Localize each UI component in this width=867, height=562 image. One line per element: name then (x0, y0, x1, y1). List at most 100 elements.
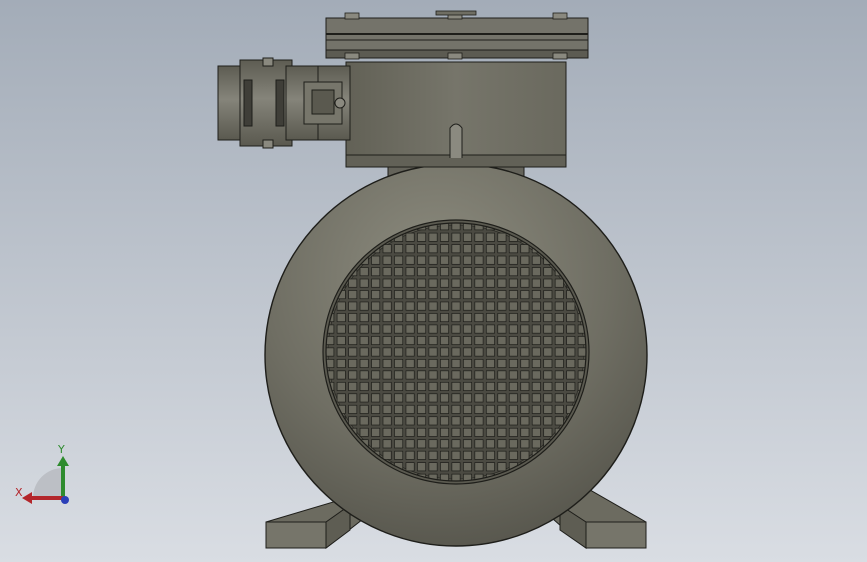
grille-opening (440, 439, 450, 449)
grille-opening (520, 370, 530, 380)
grille-opening (348, 301, 358, 311)
grille-opening (440, 278, 450, 288)
grille-opening (474, 358, 484, 368)
grille-opening (577, 347, 586, 357)
grille-opening (543, 290, 553, 300)
grille-opening (462, 324, 472, 334)
grille-opening (508, 301, 518, 311)
grille-opening (428, 255, 438, 265)
grille-opening (520, 324, 530, 334)
grille-opening (451, 358, 461, 368)
grille-opening (382, 267, 392, 277)
grille-opening (543, 427, 553, 437)
grille-opening (566, 347, 576, 357)
triad-z-axis (61, 496, 69, 504)
grille-opening (520, 439, 530, 449)
cable-gland (217, 57, 351, 149)
grille-opening (394, 324, 404, 334)
triad-x-arrow (22, 492, 32, 504)
grille-opening (394, 439, 404, 449)
grille-opening (417, 427, 427, 437)
grille-opening (520, 358, 530, 368)
grille-opening (451, 416, 461, 426)
grille-opening (497, 244, 507, 254)
grille-opening (417, 439, 427, 449)
model-view[interactable] (0, 0, 867, 562)
grille-opening (428, 427, 438, 437)
grille-opening (359, 370, 369, 380)
grille-opening (497, 381, 507, 391)
grille-opening (405, 278, 415, 288)
grille-opening (394, 244, 404, 254)
grille-opening (462, 313, 472, 323)
grille-opening (531, 290, 541, 300)
grille-opening (371, 255, 381, 265)
grille-opening (440, 450, 450, 460)
grille-opening (451, 255, 461, 265)
grille-opening (474, 255, 484, 265)
grille-opening (485, 313, 495, 323)
grille-opening (566, 393, 576, 403)
grille-opening (485, 336, 495, 346)
grille-opening (520, 450, 530, 460)
grille-opening (440, 267, 450, 277)
grille-opening (417, 358, 427, 368)
grille-opening (508, 324, 518, 334)
grille-opening (382, 393, 392, 403)
grille-opening (485, 324, 495, 334)
grille-opening (382, 416, 392, 426)
grille-opening (394, 347, 404, 357)
grille-opening (566, 358, 576, 368)
grille-opening (428, 404, 438, 414)
grille-opening (440, 381, 450, 391)
grille-opening (451, 381, 461, 391)
grille-opening (359, 301, 369, 311)
grille-opening (474, 393, 484, 403)
grille-opening (428, 232, 438, 242)
grille-opening (428, 462, 438, 472)
grille-opening (348, 347, 358, 357)
grille-opening (440, 393, 450, 403)
grille-opening (440, 232, 450, 242)
grille-opening (451, 290, 461, 300)
grille-opening (554, 358, 564, 368)
grille-opening (428, 278, 438, 288)
grille-opening (531, 393, 541, 403)
grille-opening (497, 347, 507, 357)
grille-opening (508, 404, 518, 414)
grille-opening (382, 439, 392, 449)
grille-opening (394, 336, 404, 346)
grille-opening (485, 370, 495, 380)
grille-opening (474, 427, 484, 437)
grille-opening (394, 278, 404, 288)
grille-opening (462, 462, 472, 472)
grille-opening (497, 232, 507, 242)
grille-opening (382, 404, 392, 414)
grille-opening (451, 301, 461, 311)
grille-opening (508, 358, 518, 368)
grille-opening (428, 450, 438, 460)
grille-opening (474, 324, 484, 334)
grille-opening (359, 267, 369, 277)
grille-opening (405, 347, 415, 357)
grille-opening (417, 324, 427, 334)
grille-opening (474, 278, 484, 288)
grille-opening (451, 370, 461, 380)
grille-opening (405, 267, 415, 277)
grille-opening (371, 347, 381, 357)
grille-opening (508, 244, 518, 254)
grille-opening (485, 255, 495, 265)
grille-opening (336, 301, 346, 311)
grille-opening (405, 427, 415, 437)
grille-opening (462, 278, 472, 288)
grille-opening (543, 301, 553, 311)
grille-opening (405, 244, 415, 254)
grille-opening (497, 336, 507, 346)
grille-opening (531, 267, 541, 277)
grille-opening (382, 324, 392, 334)
graphics-viewport[interactable]: X Y (0, 0, 867, 562)
grille-opening (462, 290, 472, 300)
grille-opening (359, 347, 369, 357)
grille-opening (474, 381, 484, 391)
grille-opening (485, 347, 495, 357)
